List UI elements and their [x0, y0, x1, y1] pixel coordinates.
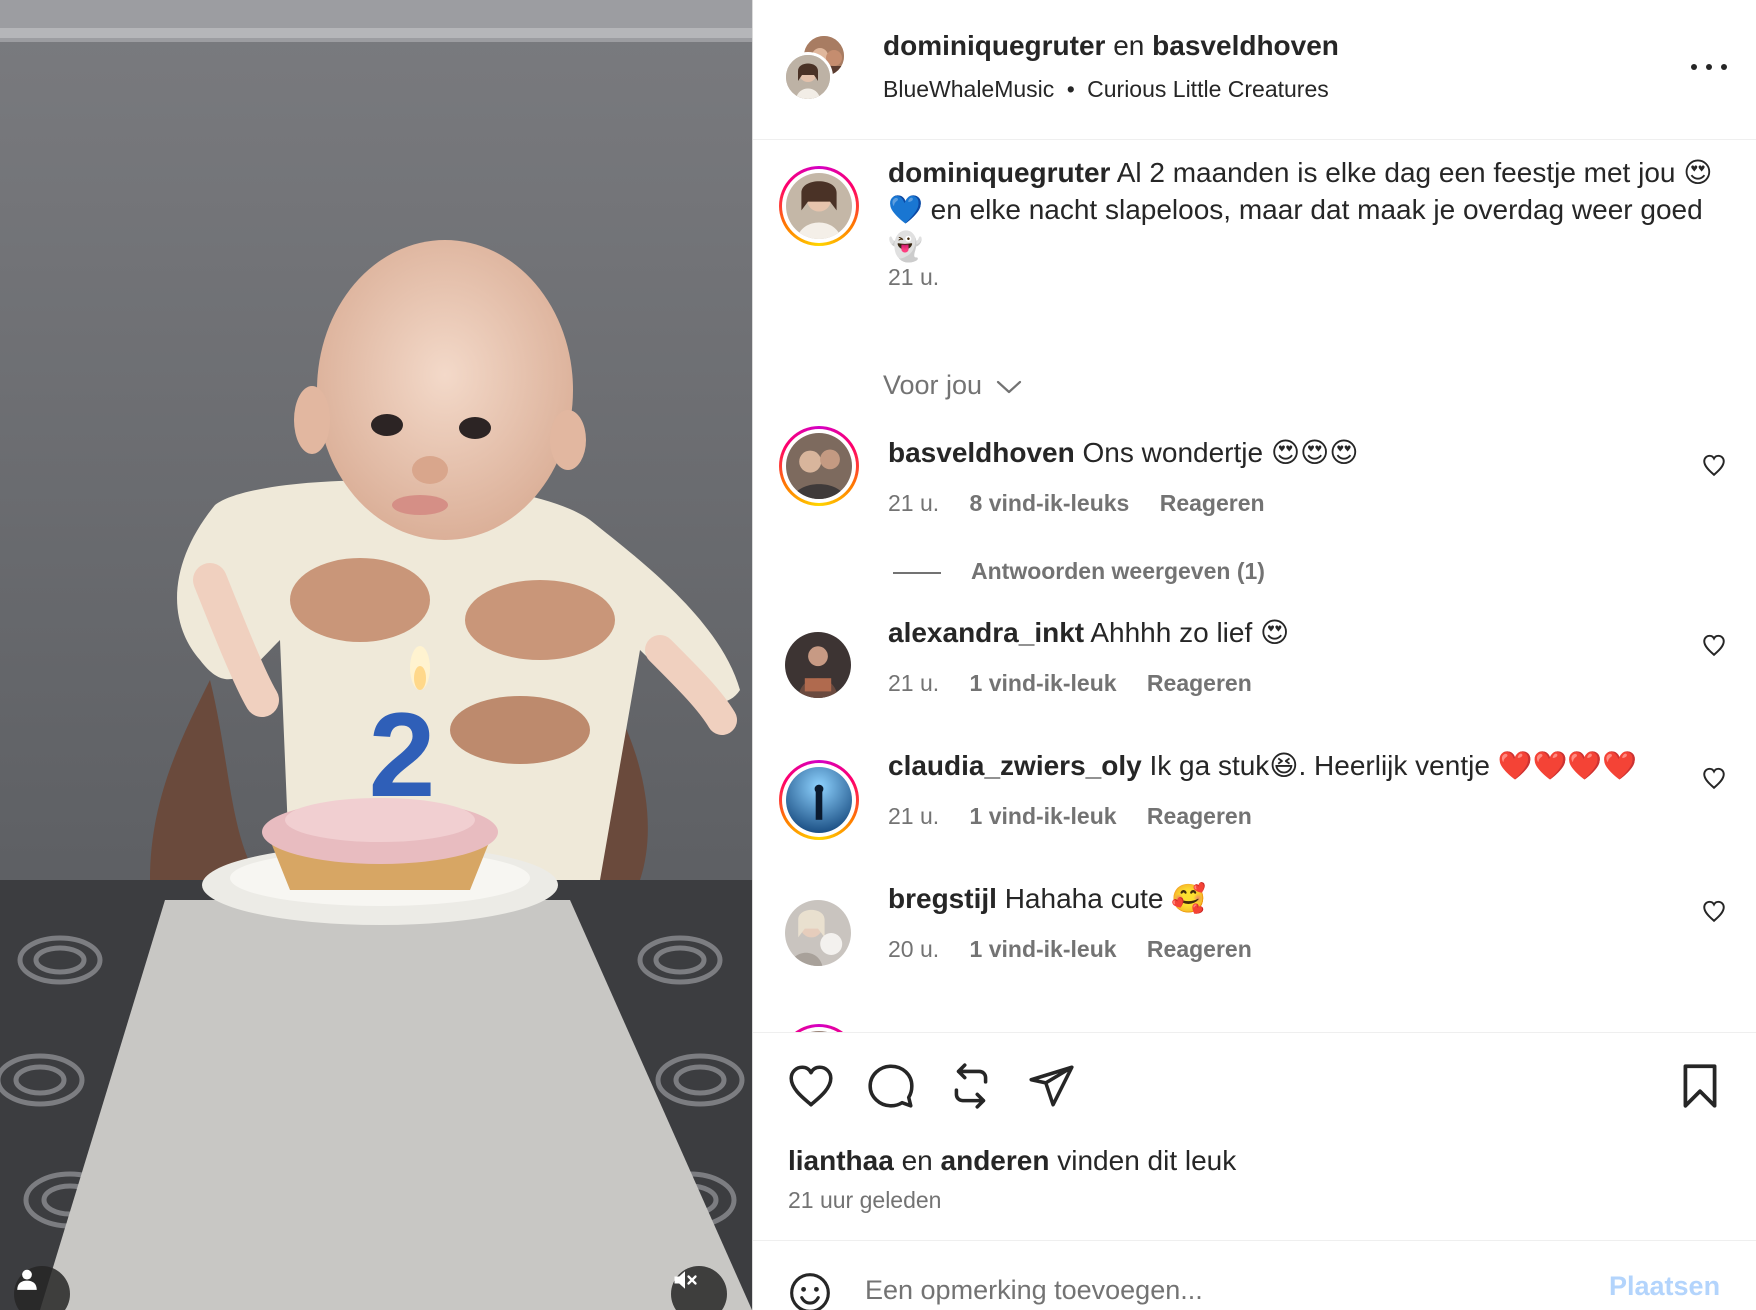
- view-replies-button[interactable]: Antwoorden weergeven (1): [893, 558, 1265, 585]
- comment-likes[interactable]: 8 vind-ik-leuks: [970, 490, 1130, 516]
- caption-username[interactable]: dominiquegruter: [888, 157, 1110, 188]
- comment-text: Ahhhh zo lief 😍: [1090, 617, 1290, 648]
- comment-composer: Plaatsen: [753, 1240, 1756, 1310]
- comment-meta: 21 u. 1 vind-ik-leuk Reageren: [888, 803, 1276, 830]
- more-dot-icon: [1706, 64, 1712, 70]
- audio-info: BlueWhaleMusic • Curious Little Creature…: [883, 76, 1329, 103]
- speaker-muted-icon: [674, 1271, 697, 1289]
- comment-avatar[interactable]: [785, 900, 851, 966]
- collaborator-username[interactable]: basveldhoven: [1152, 30, 1339, 61]
- user-icon: [17, 1269, 37, 1290]
- like-heart-icon[interactable]: [786, 1061, 836, 1111]
- comment-time[interactable]: 21 u.: [888, 490, 939, 516]
- comment-text: Ik ga stuk😆. Heerlijk ventje ❤️❤️❤️❤️: [1149, 750, 1638, 781]
- comment-input[interactable]: [865, 1267, 1565, 1310]
- caption: dominiquegruter Al 2 maanden is elke dag…: [888, 154, 1728, 265]
- audio-title[interactable]: Curious Little Creatures: [1087, 76, 1329, 102]
- sort-label: Voor jou: [883, 370, 983, 400]
- action-bar: lianthaa en anderen vinden dit leuk 21 u…: [753, 1032, 1756, 1242]
- comment-likes[interactable]: 1 vind-ik-leuk: [970, 936, 1117, 962]
- comment-bubble-icon[interactable]: [866, 1061, 916, 1111]
- comment-meta: 20 u. 1 vind-ik-leuk Reageren: [888, 936, 1276, 963]
- comment-meta: 21 u. 1 vind-ik-leuk Reageren: [888, 670, 1276, 697]
- reply-button[interactable]: Reageren: [1160, 490, 1265, 516]
- replies-divider: [893, 571, 941, 574]
- likers-others-link[interactable]: anderen: [941, 1145, 1050, 1176]
- chevron-down-icon: [996, 380, 1021, 393]
- reply-button[interactable]: Reageren: [1147, 803, 1252, 829]
- reply-button[interactable]: Reageren: [1147, 670, 1252, 696]
- comment-avatar[interactable]: [785, 632, 851, 698]
- comment-sort-dropdown[interactable]: Voor jou: [883, 370, 1022, 401]
- comment-username[interactable]: basveldhoven: [888, 437, 1075, 468]
- audio-separator: •: [1066, 76, 1075, 102]
- comment: alexandra_inkt Ahhhh zo lief 😍: [888, 614, 1668, 651]
- audio-artist[interactable]: BlueWhaleMusic: [883, 76, 1054, 102]
- likes-connector: en: [901, 1145, 933, 1176]
- post-panel: dominiquegruter en basveldhoven BlueWhal…: [752, 0, 1756, 1310]
- comment-time[interactable]: 20 u.: [888, 936, 939, 962]
- comment-likes[interactable]: 1 vind-ik-leuk: [970, 670, 1117, 696]
- comment-time[interactable]: 21 u.: [888, 670, 939, 696]
- comment-likes[interactable]: 1 vind-ik-leuk: [970, 803, 1117, 829]
- likes-summary: lianthaa en anderen vinden dit leuk: [788, 1145, 1236, 1177]
- comment-time[interactable]: 21 u.: [888, 803, 939, 829]
- authors-connector: en: [1113, 30, 1145, 61]
- reply-button[interactable]: Reageren: [1147, 936, 1252, 962]
- more-options-button[interactable]: [1691, 54, 1727, 80]
- comment-text: Hahaha cute 🥰: [1004, 883, 1207, 914]
- view-replies-label: Antwoorden weergeven (1): [971, 558, 1265, 584]
- comment: claudia_zwiers_oly Ik ga stuk😆. Heerlijk…: [888, 747, 1688, 784]
- comment-username[interactable]: claudia_zwiers_oly: [888, 750, 1142, 781]
- post-video[interactable]: 2: [0, 0, 752, 1310]
- likes-suffix: vinden dit leuk: [1057, 1145, 1237, 1176]
- comments-section[interactable]: dominiquegruter Al 2 maanden is elke dag…: [753, 140, 1756, 1032]
- like-comment-heart-icon[interactable]: [1701, 898, 1727, 924]
- emoji-icon[interactable]: [788, 1271, 832, 1310]
- comment-avatar-partial[interactable]: [779, 1024, 859, 1032]
- author-username[interactable]: dominiquegruter: [883, 30, 1105, 61]
- comment-username[interactable]: alexandra_inkt: [888, 617, 1084, 648]
- caption-time[interactable]: 21 u.: [888, 264, 939, 290]
- post-header: dominiquegruter en basveldhoven BlueWhal…: [753, 0, 1756, 140]
- repost-icon[interactable]: [946, 1061, 996, 1111]
- comment-avatar[interactable]: [779, 426, 859, 506]
- comment-avatar[interactable]: [779, 760, 859, 840]
- comment: bregstijl Hahaha cute 🥰: [888, 880, 1668, 917]
- caption-meta: 21 u.: [888, 264, 963, 291]
- like-comment-heart-icon[interactable]: [1701, 765, 1727, 791]
- more-dot-icon: [1721, 64, 1727, 70]
- comment-meta: 21 u. 8 vind-ik-leuks Reageren: [888, 490, 1289, 517]
- post-timestamp[interactable]: 21 uur geleden: [788, 1187, 941, 1214]
- video-frame: 2: [0, 0, 752, 1310]
- comment-username[interactable]: bregstijl: [888, 883, 997, 914]
- comment: basveldhoven Ons wondertje 😍😍😍: [888, 434, 1668, 471]
- post-comment-button[interactable]: Plaatsen: [1609, 1271, 1720, 1302]
- candle-number: 2: [369, 688, 436, 822]
- caption-avatar[interactable]: [779, 166, 859, 246]
- post-authors: dominiquegruter en basveldhoven: [883, 30, 1339, 62]
- comment-text: Ons wondertje 😍😍😍: [1082, 437, 1359, 468]
- like-comment-heart-icon[interactable]: [1701, 632, 1727, 658]
- liker-username[interactable]: lianthaa: [788, 1145, 894, 1176]
- save-bookmark-icon[interactable]: [1675, 1061, 1725, 1111]
- share-send-icon[interactable]: [1026, 1061, 1076, 1111]
- avatar-author[interactable]: [783, 52, 833, 102]
- more-dot-icon: [1691, 64, 1697, 70]
- like-comment-heart-icon[interactable]: [1701, 452, 1727, 478]
